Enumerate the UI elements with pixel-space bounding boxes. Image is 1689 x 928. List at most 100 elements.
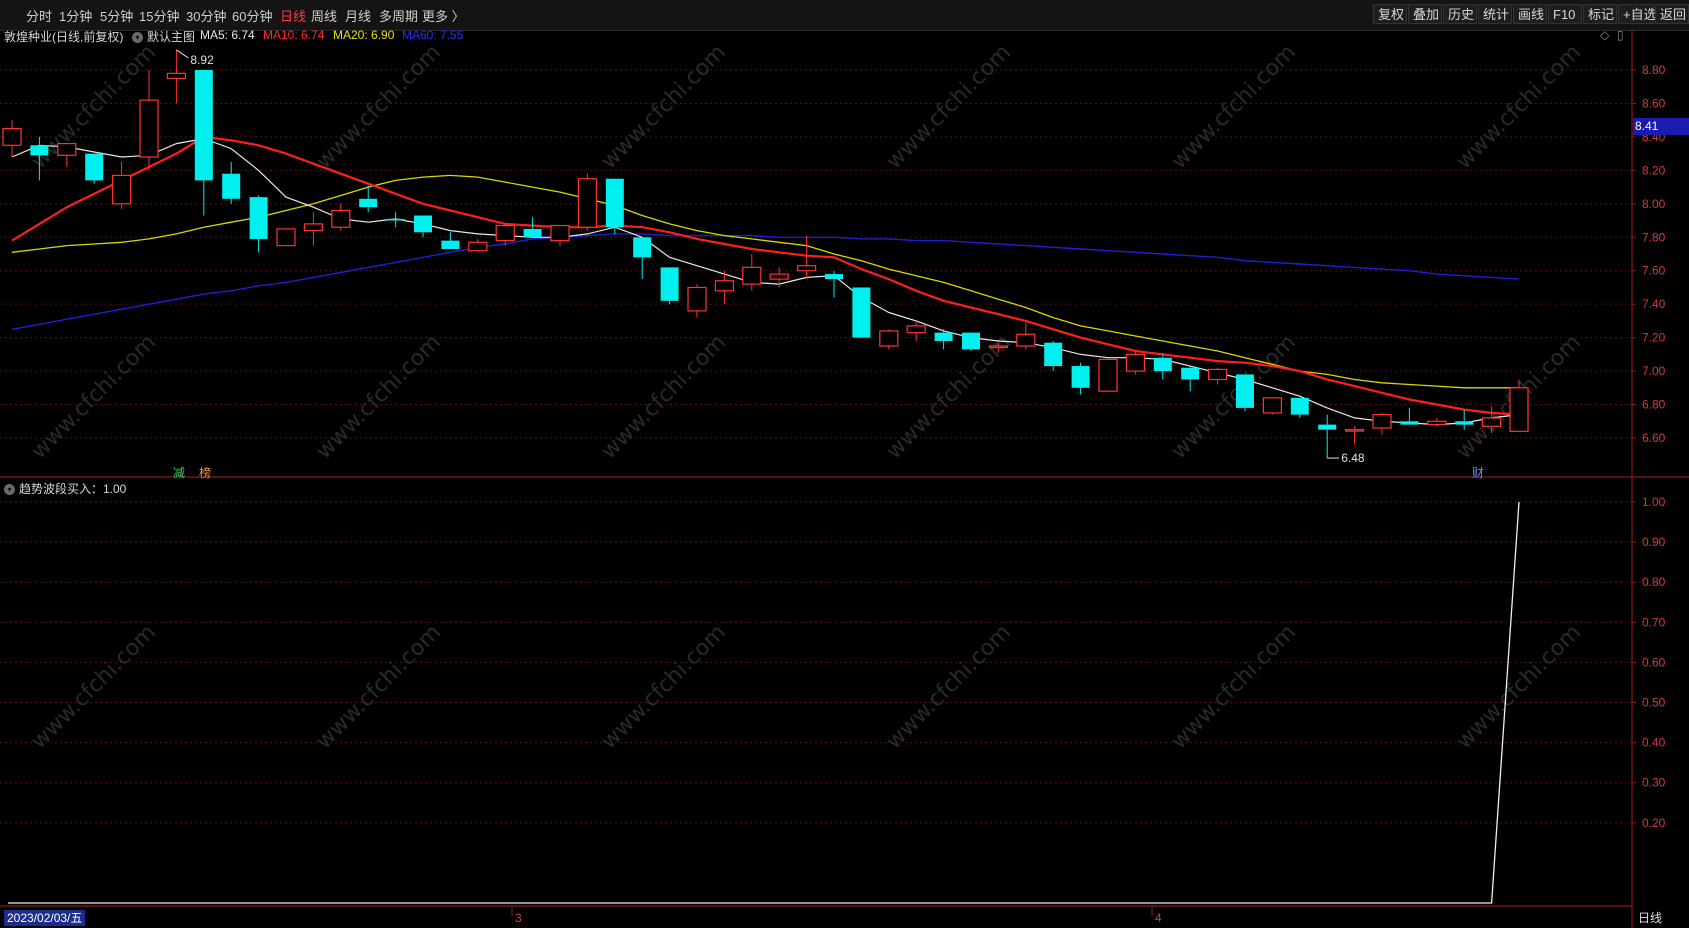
price-tick-label: 8.20 bbox=[1642, 163, 1666, 177]
indicator-selector[interactable]: ▾ 默认主图 bbox=[132, 28, 195, 45]
candle-body-up bbox=[166, 72, 186, 79]
sub-indicator-line bbox=[8, 501, 1520, 904]
watermark-text: www.cfchi.com bbox=[1167, 620, 1301, 754]
sub-tick-label: 0.60 bbox=[1642, 655, 1666, 669]
watermark-text: www.cfchi.com bbox=[27, 620, 161, 754]
watermark-text: www.cfchi.com bbox=[1167, 330, 1301, 464]
month-label: 4 bbox=[1155, 911, 1162, 925]
candle-body-up bbox=[1098, 358, 1118, 392]
watermark-text: www.cfchi.com bbox=[882, 330, 1016, 464]
candle-body-down bbox=[523, 228, 542, 238]
sub-tick-label: 0.50 bbox=[1642, 696, 1666, 710]
ma60-label: MA60: 7.55 bbox=[402, 28, 464, 42]
window-toggle-icon[interactable]: ▯ bbox=[1617, 28, 1624, 42]
watermark-text: www.cfchi.com bbox=[1167, 40, 1301, 174]
watermark-text: www.cfchi.com bbox=[882, 620, 1016, 754]
ma20-label: MA20: 6.90 bbox=[333, 28, 395, 42]
candle bbox=[441, 232, 460, 249]
candle-body-down bbox=[852, 287, 871, 338]
candle bbox=[1071, 362, 1090, 395]
watermark-text: www.cfchi.com bbox=[597, 620, 731, 754]
candle bbox=[906, 320, 926, 341]
candle bbox=[1344, 426, 1365, 445]
candle-body-up bbox=[1262, 397, 1283, 414]
candle bbox=[468, 238, 488, 253]
sub-indicator-header[interactable]: ▾ 趋势波段买入：1.00 bbox=[4, 480, 126, 497]
candle bbox=[1509, 379, 1529, 432]
current-price-tag: 8.41 bbox=[1633, 118, 1689, 135]
candle bbox=[222, 162, 241, 204]
candle bbox=[1427, 417, 1447, 427]
price-tick-label: 7.20 bbox=[1642, 331, 1666, 345]
watermark-text: www.cfchi.com bbox=[312, 330, 446, 464]
candle bbox=[57, 143, 77, 168]
candle-body-up bbox=[769, 273, 789, 280]
candle-body-down bbox=[85, 153, 104, 181]
price-tick-label: 6.80 bbox=[1642, 398, 1666, 412]
price-tick-label: 7.80 bbox=[1642, 230, 1666, 244]
sub-tick-label: 0.80 bbox=[1642, 575, 1666, 589]
candle bbox=[1016, 322, 1036, 350]
panel-frames bbox=[0, 30, 1689, 928]
candle bbox=[605, 178, 624, 234]
sub-tick-label: 0.70 bbox=[1642, 615, 1666, 629]
candle-body-down bbox=[194, 70, 213, 181]
time-axis: 34 bbox=[511, 906, 1162, 925]
candle-body-down bbox=[1044, 342, 1063, 367]
watermark-text: www.cfchi.com bbox=[597, 330, 731, 464]
price-tick-label: 7.40 bbox=[1642, 297, 1666, 311]
period-indicator[interactable]: 日线 bbox=[1638, 910, 1662, 926]
price-tick-label: 8.00 bbox=[1642, 197, 1666, 211]
sub-tick-label: 0.40 bbox=[1642, 736, 1666, 750]
diamond-icon[interactable]: ◇ bbox=[1600, 28, 1609, 42]
candle bbox=[85, 153, 104, 184]
badge-finance[interactable]: 财 bbox=[1472, 464, 1484, 481]
watermark-text: www.cfchi.com bbox=[27, 330, 161, 464]
candle-body-up bbox=[1509, 387, 1529, 432]
price-tick-label: 8.80 bbox=[1642, 63, 1666, 77]
kline-chart[interactable]: www.cfchi.com www.cfchi.com www.cfchi.com w… bbox=[0, 0, 1689, 928]
candle bbox=[962, 332, 980, 352]
candle-body-down bbox=[633, 237, 652, 258]
ma5-label: MA5: 6.74 bbox=[200, 28, 255, 42]
low-marker-label: 6.48 bbox=[1341, 451, 1365, 465]
price-tick-label: 6.60 bbox=[1642, 431, 1666, 445]
candle-body-up bbox=[331, 209, 351, 228]
badge-list[interactable]: 榜 bbox=[199, 464, 211, 481]
candle bbox=[852, 287, 871, 338]
candle-body-down bbox=[1290, 397, 1309, 415]
candle-body-up bbox=[495, 224, 515, 242]
watermarks: www.cfchi.com www.cfchi.com www.cfchi.com w… bbox=[27, 40, 1586, 754]
candle bbox=[166, 49, 186, 104]
candle-body-down bbox=[1455, 421, 1474, 425]
candle-body-down bbox=[1236, 374, 1254, 408]
badge-reduce[interactable]: 减 bbox=[173, 464, 185, 481]
candle bbox=[1318, 414, 1337, 459]
watermark-text: www.cfchi.com bbox=[882, 40, 1016, 174]
sub-tick-label: 0.30 bbox=[1642, 776, 1666, 790]
candle-body-up bbox=[687, 286, 707, 312]
ma20-line bbox=[11, 174, 1519, 389]
ma10-label: MA10: 6.74 bbox=[263, 28, 325, 42]
sub-tick-label: 0.20 bbox=[1642, 816, 1666, 830]
sub-axis: 1.00 0.90 0.80 0.70 0.60 0.50 0.40 0.30 0.20 bbox=[1632, 495, 1666, 830]
candle-body-up bbox=[988, 345, 1009, 349]
main-indicator-name: 默认主图 bbox=[147, 30, 196, 44]
candle bbox=[276, 228, 296, 247]
candle bbox=[249, 195, 268, 253]
candle bbox=[550, 224, 570, 246]
candle-body-down bbox=[1400, 421, 1419, 425]
grid-lines bbox=[0, 69, 1632, 824]
candle bbox=[1290, 397, 1309, 418]
candle bbox=[1181, 366, 1200, 392]
candle-body-up bbox=[139, 99, 159, 158]
candle bbox=[742, 254, 762, 291]
stock-title: 敦煌种业(日线,前复权) bbox=[4, 30, 124, 44]
candle bbox=[879, 329, 899, 350]
candle bbox=[1207, 367, 1228, 385]
candle bbox=[825, 270, 843, 298]
candle bbox=[796, 235, 817, 280]
candle bbox=[523, 217, 542, 238]
sub-indicator-label: 趋势波段买入：1.00 bbox=[19, 482, 127, 496]
candle-body-down bbox=[414, 215, 432, 233]
